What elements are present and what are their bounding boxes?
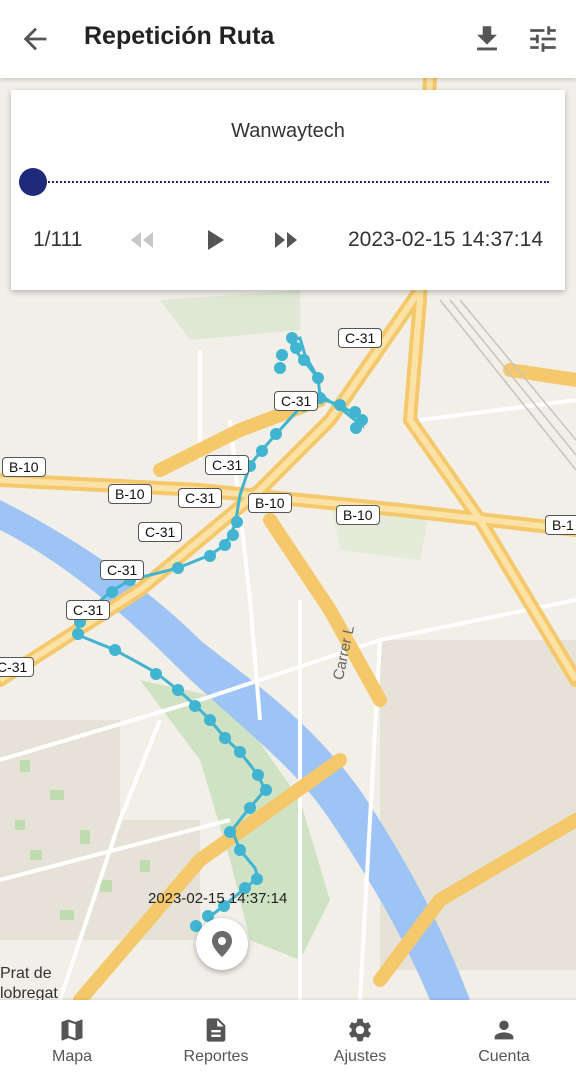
road-label: C-31 bbox=[66, 600, 111, 620]
nav-item-cuenta[interactable]: Cuenta bbox=[432, 1000, 576, 1079]
document-icon bbox=[206, 1018, 226, 1042]
settings-button[interactable] bbox=[526, 22, 560, 56]
road-label: B-10 bbox=[336, 505, 380, 525]
play-icon bbox=[208, 230, 224, 250]
tune-icon bbox=[530, 26, 556, 52]
playback-slider[interactable] bbox=[19, 166, 549, 198]
bottom-navigation: Mapa Reportes Ajustes Cuenta bbox=[0, 1000, 576, 1079]
nav-label: Mapa bbox=[51, 1048, 93, 1065]
location-fab[interactable] bbox=[196, 918, 248, 970]
road-label: C-31 bbox=[274, 391, 319, 411]
playback-timestamp: 2023-02-15 14:37:14 bbox=[348, 228, 543, 251]
road-label: B-10 bbox=[248, 493, 292, 513]
point-counter: 1/111 bbox=[33, 228, 83, 251]
map-icon bbox=[61, 1019, 83, 1041]
road-label: C-31 bbox=[138, 522, 183, 542]
point-timestamp-tooltip: 2023-02-15 14:37:14 bbox=[148, 890, 288, 907]
nav-item-ajustes[interactable]: Ajustes bbox=[288, 1000, 432, 1079]
play-button[interactable] bbox=[201, 226, 229, 254]
fast-forward-icon bbox=[275, 232, 297, 248]
nav-label: Reportes bbox=[183, 1048, 249, 1065]
fast-forward-button[interactable] bbox=[273, 228, 301, 252]
area-label-line1: Prat de bbox=[0, 965, 52, 982]
person-icon bbox=[494, 1020, 514, 1040]
rewind-icon bbox=[131, 232, 153, 248]
road-label: C-31 bbox=[338, 328, 383, 348]
slider-thumb[interactable] bbox=[19, 168, 47, 196]
nav-label: Cuenta bbox=[478, 1048, 530, 1065]
download-button[interactable] bbox=[470, 22, 504, 56]
gear-icon bbox=[349, 1018, 371, 1042]
road-label: B-1 bbox=[545, 515, 576, 535]
road-label: C-31 bbox=[0, 657, 35, 677]
app-bar: Repetición Ruta bbox=[0, 0, 576, 78]
location-pin-icon bbox=[212, 931, 232, 957]
road-label: B-10 bbox=[108, 484, 152, 504]
road-label: C-31 bbox=[100, 560, 145, 580]
page-title: Repetición Ruta bbox=[84, 22, 275, 50]
playback-panel: Wanwaytech 1/111 2023-02-15 14:37:14 bbox=[11, 90, 565, 290]
download-icon bbox=[477, 26, 497, 51]
nav-label: Ajustes bbox=[333, 1048, 387, 1065]
road-label: B-10 bbox=[2, 457, 46, 477]
road-label: C-31 bbox=[205, 455, 250, 475]
nav-item-mapa[interactable]: Mapa bbox=[0, 1000, 144, 1079]
nav-item-reportes[interactable]: Reportes bbox=[144, 1000, 288, 1079]
back-button[interactable] bbox=[18, 22, 52, 56]
device-name: Wanwaytech bbox=[231, 120, 345, 142]
arrow-back-icon bbox=[23, 27, 47, 51]
rewind-button[interactable] bbox=[127, 228, 155, 252]
area-label-line2: lobregat bbox=[0, 985, 58, 1000]
road-label: C-31 bbox=[178, 488, 223, 508]
slider-track[interactable] bbox=[33, 181, 549, 183]
